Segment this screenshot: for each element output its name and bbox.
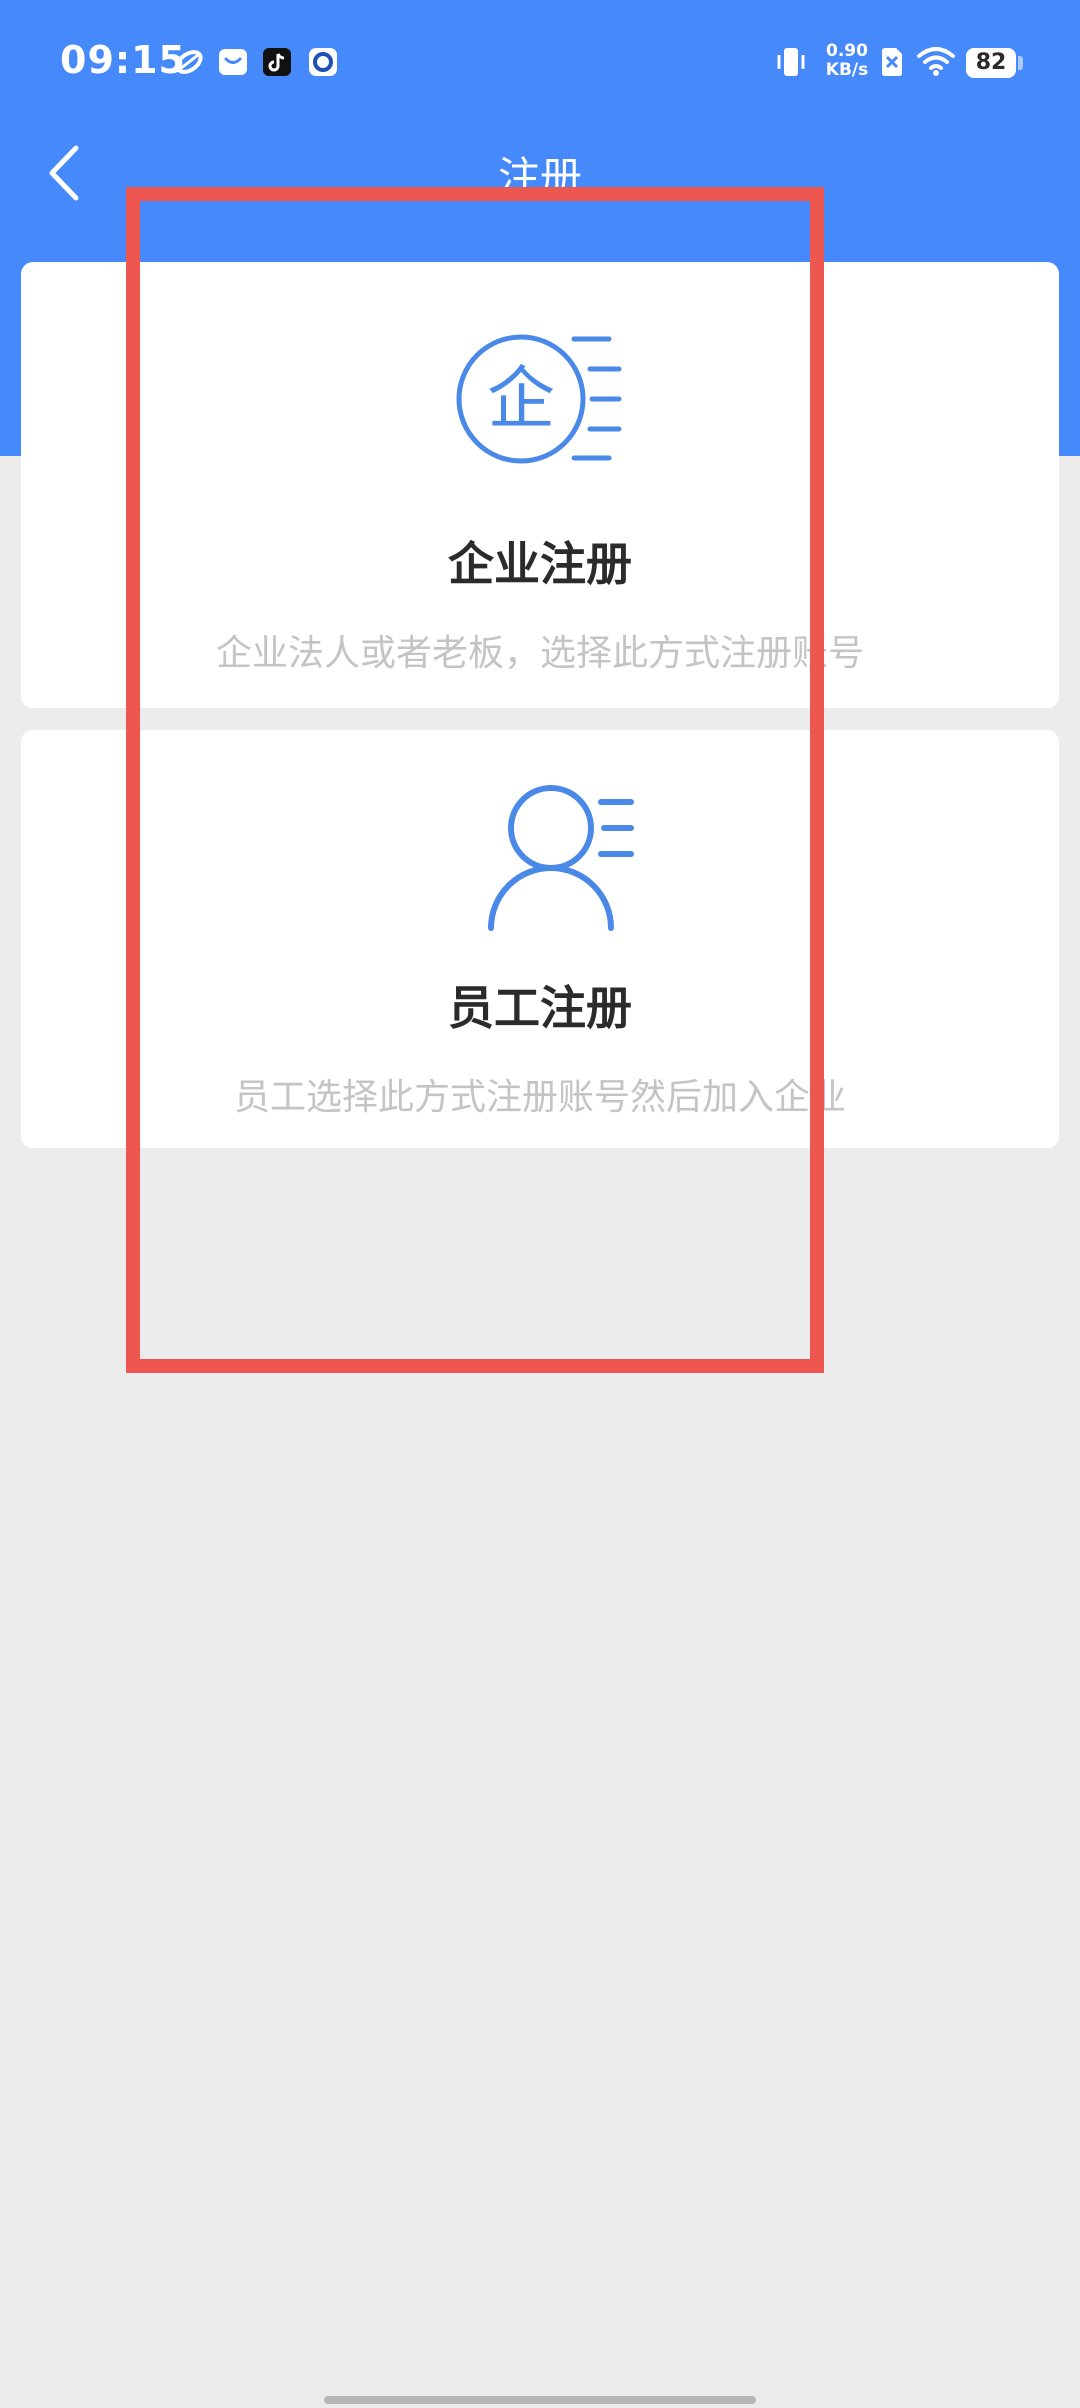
sim-disabled-icon <box>882 48 902 76</box>
network-speed-value: 0.90 <box>826 41 868 61</box>
tiktok-icon <box>263 48 291 76</box>
status-time: 09:15 <box>60 38 186 82</box>
network-speed-unit: KB/s <box>825 60 869 80</box>
highlight-box <box>126 187 824 1373</box>
app-notification-icon <box>175 50 203 74</box>
vibrate-icon <box>777 48 805 76</box>
network-speed: 0.90 KB/s <box>820 42 874 80</box>
home-indicator[interactable] <box>324 2396 756 2404</box>
status-bar: 09:15 0.90 KB/s 82 <box>0 0 1080 128</box>
battery-level: 82 <box>975 50 1007 75</box>
browser-icon <box>309 48 337 76</box>
battery-icon: 82 <box>966 48 1016 78</box>
wifi-icon <box>917 47 955 76</box>
battery-tip <box>1018 56 1023 70</box>
mail-icon <box>219 49 247 75</box>
